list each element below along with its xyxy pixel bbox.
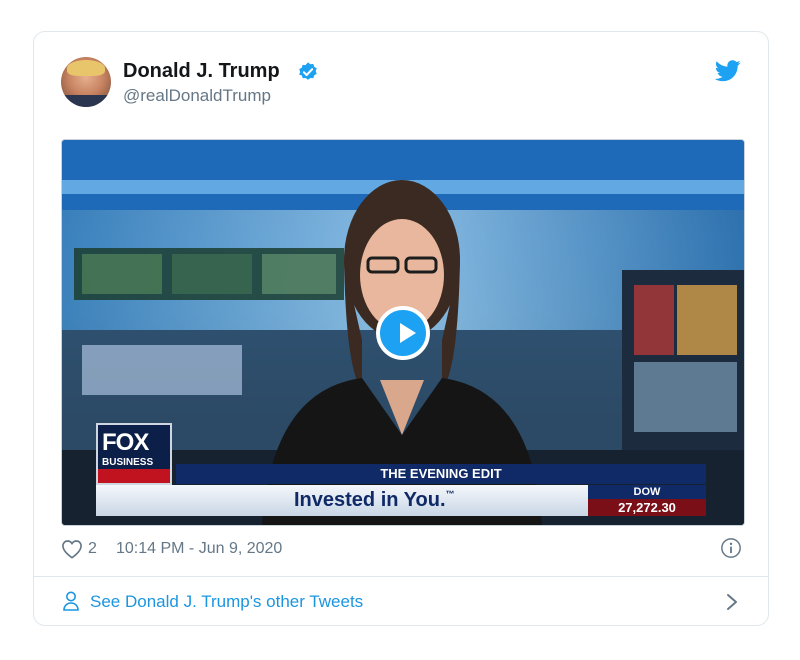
tagline-trademark: ™ [445,489,455,499]
tweet-header: Donald J. Trump @realDonaldTrump [34,32,768,132]
other-tweets-label[interactable]: See Donald J. Trump's other Tweets [90,592,363,612]
twitter-bird-icon[interactable] [715,60,741,82]
network-logo-sub: BUSINESS [102,457,154,468]
avatar[interactable] [61,57,111,107]
tweet-timestamp[interactable]: 10:14 PM - Jun 9, 2020 [116,540,282,558]
other-tweets-link[interactable]: See Donald J. Trump's other Tweets [34,577,768,626]
ticker-value: 27,272.30 [588,499,706,516]
ticker-label: DOW [633,486,661,498]
author-handle[interactable]: @realDonaldTrump [123,86,271,106]
tweet-footer: 2 10:14 PM - Jun 9, 2020 [34,532,768,572]
embedded-tweet-card: Donald J. Trump @realDonaldTrump FOX BUS… [33,31,769,626]
show-title-banner: THE EVENING EDIT [176,464,706,484]
heart-icon[interactable] [61,539,83,559]
video-player[interactable]: FOX BUSINESS THE EVENING EDIT Invested i… [61,139,745,526]
network-logo: FOX BUSINESS [96,423,172,485]
person-icon [63,591,79,611]
play-icon [400,323,416,343]
market-ticker: DOW 27,272.30 [588,485,706,516]
info-icon[interactable] [720,537,742,559]
network-logo-stripe [98,469,170,483]
network-logo-word: FOX [102,429,149,456]
play-button[interactable] [376,306,430,360]
author-name[interactable]: Donald J. Trump [123,60,280,83]
chevron-right-icon [727,594,737,610]
like-count[interactable]: 2 [88,540,97,558]
verified-badge-icon [299,62,317,80]
tagline-text: Invested in You.™ [294,489,455,512]
avatar-hair [67,60,105,76]
avatar-suit [61,95,111,107]
tagline-words: Invested in You. [294,489,446,511]
